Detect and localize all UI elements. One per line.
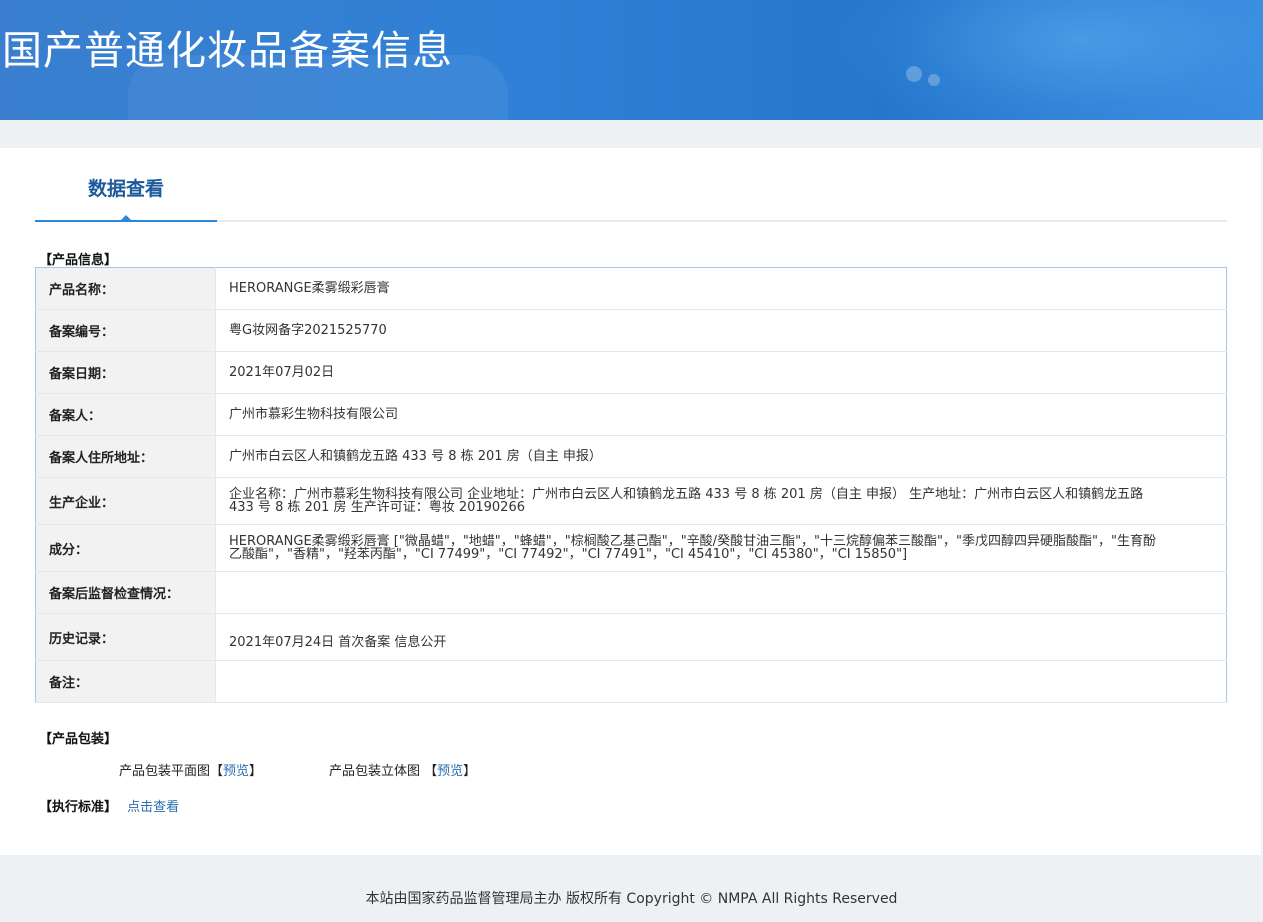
field-label-history: 历史记录： [35, 613, 216, 661]
page-title: 国产普通化妆品备案信息 [2, 28, 453, 74]
packaging-row: 产品包装平面图【预览】 产品包装立体图 【预览】 [119, 760, 476, 779]
tab-bar: 数据查看 [35, 174, 1227, 222]
field-label-manufacturer: 生产企业： [35, 477, 216, 525]
tab-indicator-caret [119, 215, 133, 222]
bracket-open: 【 [210, 764, 224, 779]
table-row: 备案人住所地址： 广州市白云区人和镇鹤龙五路 433 号 8 栋 201 房（自… [35, 435, 1227, 478]
field-value-ingredients: HERORANGE柔雾缎彩唇膏 ["微晶蜡"，"地蜡"，"蜂蜡"，"棕榈酸乙基己… [215, 524, 1227, 572]
product-info-section-label: 【产品信息】 [39, 253, 118, 268]
field-label-registrant: 备案人： [35, 393, 216, 436]
banner-dot [928, 74, 940, 86]
table-row: 备案后监督检查情况： [35, 571, 1227, 614]
banner-dot [906, 66, 922, 82]
field-value-post-inspection [215, 571, 1227, 614]
field-value-record-date: 2021年07月02日 [215, 351, 1227, 394]
table-row: 生产企业： 企业名称：广州市慕彩生物科技有限公司 企业地址：广州市白云区人和镇鹤… [35, 477, 1227, 525]
field-label-post-inspection: 备案后监督检查情况： [35, 571, 216, 614]
footer-copyright: 本站由国家药品监督管理局主办 版权所有 Copyright © NMPA All… [365, 891, 898, 907]
table-row: 产品名称： HERORANGE柔雾缎彩唇膏 [35, 267, 1227, 310]
field-label-record-date: 备案日期： [35, 351, 216, 394]
view-standard-link[interactable]: 点击查看 [127, 800, 179, 815]
packaging-flat-label: 产品包装平面图 [119, 764, 211, 779]
table-row: 历史记录： 2021年07月24日 首次备案 信息公开 [35, 613, 1227, 661]
tab-label: 数据查看 [87, 178, 164, 200]
stereo-preview-link[interactable]: 预览 [437, 764, 463, 779]
flat-preview-link[interactable]: 预览 [223, 764, 249, 779]
table-row: 备案日期： 2021年07月02日 [35, 351, 1227, 394]
banner-glow [820, 0, 1263, 120]
field-value-registrant-address: 广州市白云区人和镇鹤龙五路 433 号 8 栋 201 房（自主 申报） [215, 435, 1227, 478]
field-value-registrant: 广州市慕彩生物科技有限公司 [215, 393, 1227, 436]
field-label-ingredients: 成分： [35, 524, 216, 572]
field-value-manufacturer: 企业名称：广州市慕彩生物科技有限公司 企业地址：广州市白云区人和镇鹤龙五路 43… [215, 477, 1227, 525]
table-row: 备案人： 广州市慕彩生物科技有限公司 [35, 393, 1227, 436]
field-label-registrant-address: 备案人住所地址： [35, 435, 216, 478]
field-label-remarks: 备注： [35, 660, 216, 703]
standard-section-label: 【执行标准】 [39, 800, 118, 815]
field-value-record-number: 粤G妆网备字2021525770 [215, 309, 1227, 352]
field-value-history: 2021年07月24日 首次备案 信息公开 [215, 613, 1227, 661]
packaging-stereo-item: 产品包装立体图 【预览】 [329, 760, 476, 779]
field-label-record-number: 备案编号： [35, 309, 216, 352]
standard-row: 【执行标准】 点击查看 [39, 796, 179, 815]
bracket-close: 】 [463, 764, 477, 779]
packaging-stereo-label: 产品包装立体图 [329, 764, 421, 779]
table-row: 备注： [35, 660, 1227, 703]
header-banner: 国产普通化妆品备案信息 [0, 0, 1263, 120]
bracket-open: 【 [420, 764, 438, 779]
packaging-section-label: 【产品包装】 [39, 732, 118, 747]
field-value-remarks [215, 660, 1227, 703]
field-value-product-name: HERORANGE柔雾缎彩唇膏 [215, 267, 1227, 310]
bracket-close: 】 [249, 764, 263, 779]
field-label-product-name: 产品名称： [35, 267, 216, 310]
product-info-table: 产品名称： HERORANGE柔雾缎彩唇膏 备案编号： 粤G妆网备字202152… [35, 267, 1227, 703]
tab-data-view[interactable]: 数据查看 [35, 174, 217, 222]
table-row: 备案编号： 粤G妆网备字2021525770 [35, 309, 1227, 352]
main-panel: 数据查看 【产品信息】 产品名称： HERORANGE柔雾缎彩唇膏 备案编号： … [0, 148, 1261, 855]
table-row: 成分： HERORANGE柔雾缎彩唇膏 ["微晶蜡"，"地蜡"，"蜂蜡"，"棕榈… [35, 524, 1227, 572]
